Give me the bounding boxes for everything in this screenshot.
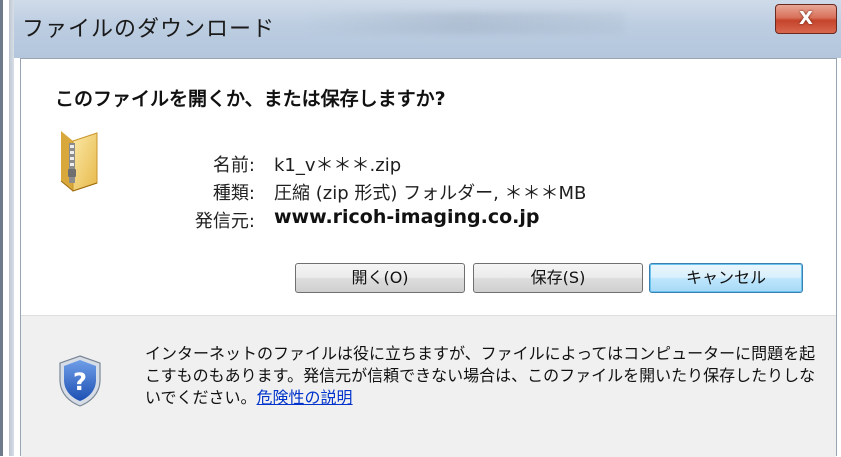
window-title: ファイルのダウンロード bbox=[22, 17, 276, 42]
save-button[interactable]: 保存(S) bbox=[473, 263, 643, 293]
type-label: 種類: bbox=[212, 183, 255, 204]
warning-message: インターネットのファイルは役に立ちますが、ファイルによってはコンピューターに問題… bbox=[145, 344, 816, 407]
window-left-edge bbox=[0, 0, 14, 456]
from-value: www.ricoh-imaging.co.jp bbox=[274, 206, 540, 228]
type-value: 圧縮 (zip 形式) フォルダー, ＊＊＊MB bbox=[274, 183, 587, 204]
close-button[interactable]: X bbox=[775, 4, 837, 34]
security-shield-question-icon: ? bbox=[59, 355, 101, 407]
download-dialog: このファイルを開くか、または保存しますか? 名前: k1_v＊＊＊.zip 種類… bbox=[20, 58, 837, 457]
dialog-question: このファイルを開くか、または保存しますか? bbox=[55, 88, 446, 110]
open-button[interactable]: 開く(O) bbox=[295, 263, 465, 293]
title-bar[interactable]: ファイルのダウンロード X bbox=[14, 0, 841, 58]
blurred-background-text bbox=[304, 12, 624, 34]
cancel-button[interactable]: キャンセル bbox=[649, 263, 803, 293]
redaction-mark bbox=[765, 147, 779, 159]
from-label: 発信元: bbox=[194, 211, 255, 232]
warning-text: インターネットのファイルは役に立ちますが、ファイルによってはコンピューターに問題… bbox=[145, 343, 825, 409]
svg-text:?: ? bbox=[73, 368, 87, 396]
name-value: k1_v＊＊＊.zip bbox=[274, 155, 402, 176]
redaction-mark bbox=[624, 100, 680, 124]
risk-explanation-link[interactable]: 危険性の説明 bbox=[257, 388, 353, 407]
warning-footer: ? インターネットのファイルは役に立ちますが、ファイルによってはコンピューターに… bbox=[21, 315, 836, 457]
name-label: 名前: bbox=[212, 155, 255, 176]
